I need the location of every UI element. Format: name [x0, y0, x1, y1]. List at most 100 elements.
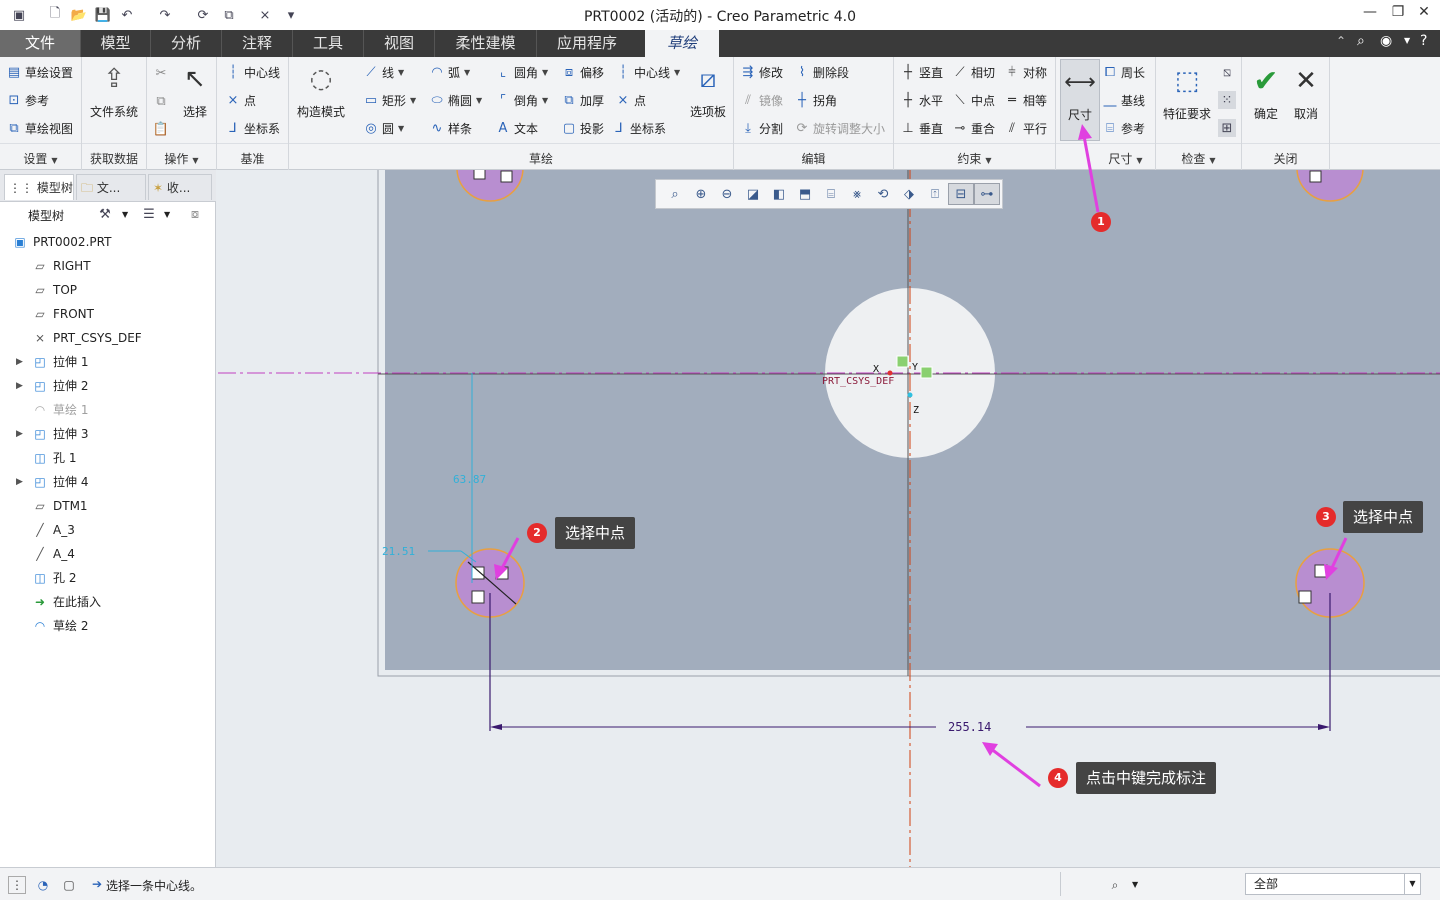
- chamfer-tool[interactable]: ⌜ 倒角 ▼: [495, 90, 548, 110]
- tab-analysis[interactable]: 分析: [150, 30, 221, 57]
- offset-tool[interactable]: ⧈ 偏移: [561, 62, 604, 82]
- tab-favorites[interactable]: ✶ 收...: [148, 174, 212, 200]
- help-question-icon[interactable]: ?: [1420, 33, 1427, 49]
- datum-centerline-button[interactable]: ┆ 中心线: [225, 62, 280, 82]
- tab-model[interactable]: 模型: [80, 30, 150, 57]
- saved-orientations-icon[interactable]: ⬒: [792, 183, 818, 205]
- tab-tools[interactable]: 工具: [292, 30, 363, 57]
- tree-item[interactable]: ⨯ PRT_CSYS_DEF: [0, 326, 216, 350]
- tree-filter-icon[interactable]: ⧇: [186, 205, 204, 223]
- tab-view[interactable]: 视图: [363, 30, 434, 57]
- tab-folder-browser[interactable]: 🗀 文...: [76, 174, 146, 200]
- paste-icon[interactable]: 📋: [152, 120, 170, 138]
- arc-tool[interactable]: ◠ 弧 ▼: [429, 62, 470, 82]
- palette-button[interactable]: ⧄ 选项板: [685, 61, 731, 120]
- expand-arrow-icon[interactable]: ▶: [16, 350, 23, 374]
- sketch-point-tool[interactable]: × 点: [615, 90, 646, 110]
- tree-item[interactable]: ◫ 孔 1: [0, 446, 216, 470]
- corner-button[interactable]: ┼ 拐角: [794, 90, 837, 110]
- group-label-dimension[interactable]: 尺寸 ▼: [1096, 150, 1155, 167]
- shade-closed-loops-icon[interactable]: ⊞: [1218, 119, 1236, 137]
- refit-icon[interactable]: ⌕: [662, 183, 688, 205]
- tree-item[interactable]: ▱ FRONT: [0, 302, 216, 326]
- select-button[interactable]: ↖ 选择: [175, 61, 215, 120]
- sketch-view-icon[interactable]: ⍐: [922, 183, 948, 205]
- constraint-midpoint[interactable]: ⟍ 中点: [952, 90, 995, 110]
- find-dropdown-icon[interactable]: ▼: [1132, 880, 1138, 889]
- tab-applications[interactable]: 应用程序: [536, 30, 637, 57]
- sketch-csys-tool[interactable]: ⅃ 坐标系: [611, 118, 666, 138]
- cut-icon[interactable]: ✂: [152, 64, 170, 82]
- constraint-parallel[interactable]: ⫽ 平行: [1004, 118, 1047, 138]
- sketch-setup-button[interactable]: ▤ 草绘设置: [6, 62, 73, 82]
- highlight-open-ends-icon[interactable]: ⁙: [1218, 91, 1236, 109]
- rectangle-tool[interactable]: ▭ 矩形 ▼: [363, 90, 416, 110]
- view-manager-icon[interactable]: ⌸: [818, 183, 844, 205]
- repaint-icon[interactable]: ◪: [740, 183, 766, 205]
- graphics-area[interactable]: X Y Z PRT_CSYS_DEF 63.87 21.51 255.14: [218, 170, 1440, 867]
- sketch-canvas[interactable]: X Y Z PRT_CSYS_DEF 63.87 21.51 255.14: [218, 170, 1440, 867]
- tree-item[interactable]: ▱ RIGHT: [0, 254, 216, 278]
- tree-item[interactable]: ◠ 草绘 2: [0, 614, 216, 638]
- tree-item[interactable]: ▶ ◰ 拉伸 3: [0, 422, 216, 446]
- dimension-value-radius[interactable]: 21.51: [382, 545, 415, 558]
- close-button[interactable]: ✕: [1412, 4, 1436, 26]
- annotation-display-icon[interactable]: ⬗: [896, 183, 922, 205]
- tree-item[interactable]: ◠ 草绘 1: [0, 398, 216, 422]
- minimize-button[interactable]: —: [1358, 4, 1382, 26]
- ellipse-tool[interactable]: ⬭ 椭圆 ▼: [429, 90, 482, 110]
- datum-csys-button[interactable]: ⅃ 坐标系: [225, 118, 280, 138]
- tree-item[interactable]: ▶ ◰ 拉伸 4: [0, 470, 216, 494]
- search-icon[interactable]: ⌕: [1357, 33, 1365, 49]
- sketcher-display-icon[interactable]: ⊟: [948, 183, 974, 205]
- expand-arrow-icon[interactable]: ▶: [16, 470, 23, 494]
- tab-file[interactable]: 文件: [0, 30, 80, 57]
- divide-button[interactable]: ⤓ 分割: [740, 118, 783, 138]
- reference-dim-button[interactable]: ⌸ 参考: [1102, 118, 1145, 138]
- thicken-tool[interactable]: ⧉ 加厚: [561, 90, 604, 110]
- text-tool[interactable]: A 文本: [495, 118, 538, 138]
- constraint-vertical[interactable]: ┼ 竖直: [900, 62, 943, 82]
- tree-item[interactable]: ▶ ◰ 拉伸 2: [0, 374, 216, 398]
- sketch-view-button[interactable]: ⧉ 草绘视图: [6, 118, 73, 138]
- spline-tool[interactable]: ∿ 样条: [429, 118, 472, 138]
- tab-model-tree[interactable]: ⋮⋮ 模型树: [4, 174, 74, 200]
- constraint-perpendicular[interactable]: ⊥ 垂直: [900, 118, 943, 138]
- tree-item[interactable]: ▱ TOP: [0, 278, 216, 302]
- line-tool[interactable]: ⟋ 线 ▼: [363, 62, 404, 82]
- project-tool[interactable]: ▢ 投影: [561, 118, 604, 138]
- group-label-setup[interactable]: 设置 ▼: [0, 150, 81, 167]
- copy-icon[interactable]: ⧉: [152, 92, 170, 110]
- spin-center-icon[interactable]: ⟲: [870, 183, 896, 205]
- tab-annotate[interactable]: 注释: [221, 30, 292, 57]
- display-style-icon[interactable]: ◧: [766, 183, 792, 205]
- construct-mode-button[interactable]: ◌ 构造模式: [293, 61, 349, 120]
- constraint-coincident[interactable]: ⊸ 重合: [952, 118, 995, 138]
- show-dropdown-icon[interactable]: ▼: [164, 210, 170, 219]
- constraint-equal[interactable]: ═ 相等: [1004, 90, 1047, 110]
- tree-item[interactable]: ▶ ◰ 拉伸 1: [0, 350, 216, 374]
- rotate-resize-button[interactable]: ⟳ 旋转调整大小: [794, 118, 885, 138]
- dimension-value-horizontal[interactable]: 255.14: [948, 720, 991, 734]
- feature-requirements-button[interactable]: ⬚ 特征要求: [1158, 63, 1216, 122]
- dimension-button[interactable]: ⟷ 尺寸: [1060, 59, 1100, 141]
- expand-arrow-icon[interactable]: ▶: [16, 422, 23, 446]
- selection-filter[interactable]: 全部 ▼: [1245, 873, 1421, 895]
- tab-sketch[interactable]: 草绘: [645, 30, 719, 57]
- constraint-horizontal[interactable]: ┼ 水平: [900, 90, 943, 110]
- constraint-symmetric[interactable]: ⫩ 对称: [1004, 62, 1047, 82]
- constraint-tangent[interactable]: ⟋ 相切: [952, 62, 995, 82]
- group-label-inspect[interactable]: 检查 ▼: [1156, 150, 1241, 167]
- find-icon[interactable]: ⌕: [1106, 876, 1124, 894]
- modify-button[interactable]: ⇶ 修改: [740, 62, 783, 82]
- expand-arrow-icon[interactable]: ▶: [16, 374, 23, 398]
- ok-button[interactable]: ✔ 确定: [1246, 63, 1286, 122]
- full-screen-icon[interactable]: ▢: [60, 876, 78, 894]
- help-icon[interactable]: ◉: [1380, 33, 1392, 49]
- tree-settings-dropdown-icon[interactable]: ▼: [122, 210, 128, 219]
- tree-settings-icon[interactable]: ⚒: [96, 205, 114, 223]
- fillet-tool[interactable]: ⌞ 圆角 ▼: [495, 62, 548, 82]
- zoom-out-icon[interactable]: ⊖: [714, 183, 740, 205]
- group-label-operations[interactable]: 操作 ▼: [147, 150, 216, 167]
- datum-point-button[interactable]: × 点: [225, 90, 256, 110]
